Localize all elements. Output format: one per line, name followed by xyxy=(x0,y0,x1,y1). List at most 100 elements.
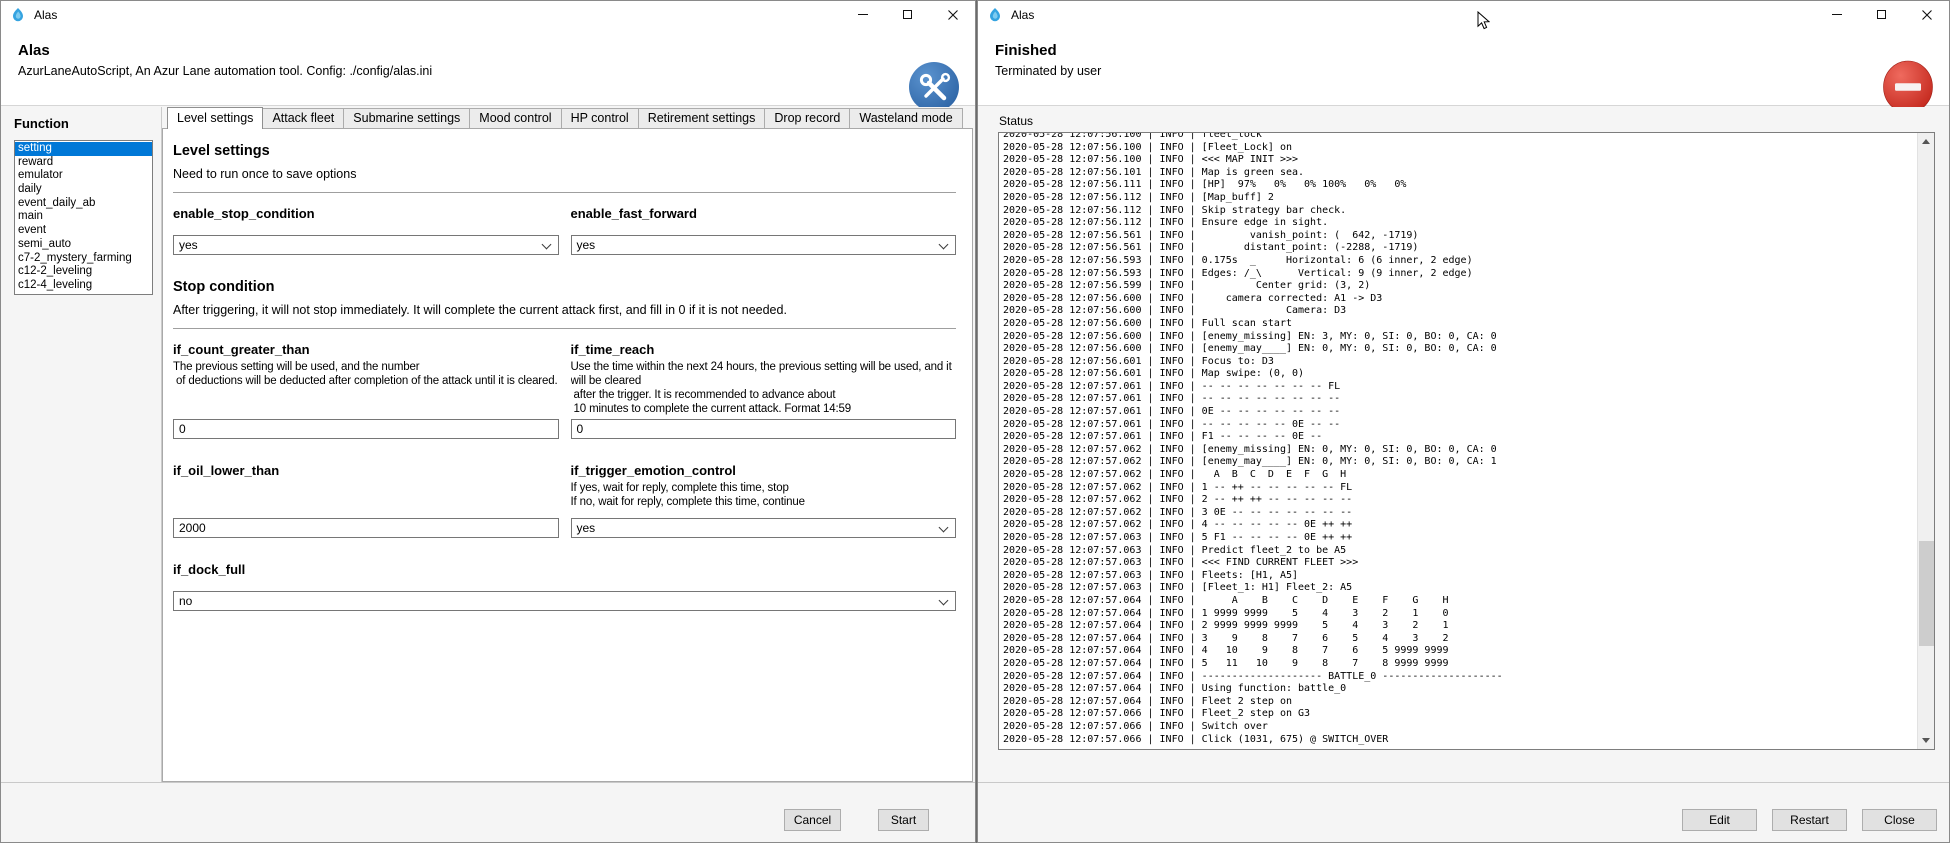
config-body: Function settingrewardemulatordailyevent… xyxy=(1,107,975,842)
alas-logo-icon xyxy=(10,7,26,23)
field-if-count-greater-than: if_count_greater_than The previous setti… xyxy=(173,342,559,439)
panel-subheading: Need to run once to save options xyxy=(173,167,956,181)
close-button[interactable] xyxy=(1904,1,1949,28)
chevron-down-icon xyxy=(541,240,551,250)
if-oil-lower-than-input[interactable] xyxy=(173,518,559,538)
if-count-greater-than-input[interactable] xyxy=(173,419,559,439)
chevron-down-icon xyxy=(939,596,949,606)
window-title: Alas xyxy=(1011,8,1034,22)
tab[interactable]: Level settings xyxy=(167,107,263,129)
maximize-icon xyxy=(903,10,912,19)
sidebar-item[interactable]: daily xyxy=(15,183,152,197)
field-description: The previous setting will be used, and t… xyxy=(173,360,559,419)
sidebar-item[interactable]: main xyxy=(15,210,152,224)
level-settings-panel: Level settings Need to run once to save … xyxy=(162,128,973,782)
alas-config-window: Alas Alas AzurLaneAutoScript, An Azur La… xyxy=(0,0,976,843)
sidebar-item[interactable]: setting xyxy=(15,142,152,156)
panel-heading: Level settings xyxy=(173,143,956,159)
edit-button[interactable]: Edit xyxy=(1682,809,1757,831)
section-description: After triggering, it will not stop immed… xyxy=(173,303,956,317)
close-button[interactable] xyxy=(930,1,975,28)
chevron-down-icon xyxy=(939,523,949,533)
run-header: Finished Terminated by user xyxy=(978,28,1949,106)
function-label: Function xyxy=(14,116,161,131)
titlebar[interactable]: Alas xyxy=(978,1,1949,28)
tab[interactable]: Submarine settings xyxy=(344,108,470,128)
window-title: Alas xyxy=(34,8,57,22)
minimize-button[interactable] xyxy=(840,1,885,28)
arrow-up-icon xyxy=(1922,139,1930,144)
scrollbar-thumb[interactable] xyxy=(1919,541,1934,646)
tab[interactable]: Attack fleet xyxy=(263,108,344,128)
if-dock-full-select[interactable]: no xyxy=(173,591,956,611)
minimize-button[interactable] xyxy=(1814,1,1859,28)
sidebar-item[interactable]: c12-2_leveling xyxy=(15,265,152,279)
field-if-time-reach: if_time_reach Use the time within the ne… xyxy=(571,342,957,439)
field-label: enable_fast_forward xyxy=(571,206,957,221)
tab[interactable]: HP control xyxy=(562,108,639,128)
close-run-button[interactable]: Close xyxy=(1862,809,1937,831)
app-subtitle: AzurLaneAutoScript, An Azur Lane automat… xyxy=(18,64,975,78)
sidebar-item[interactable]: event xyxy=(15,224,152,238)
if-trigger-emotion-control-select[interactable]: yes xyxy=(571,518,957,538)
field-if-trigger-emotion-control: if_trigger_emotion_control If yes, wait … xyxy=(571,463,957,538)
sidebar-item[interactable]: emulator xyxy=(15,169,152,183)
field-enable-fast-forward: enable_fast_forward yes xyxy=(571,206,957,255)
enable-stop-condition-select[interactable]: yes xyxy=(173,235,559,255)
restart-button[interactable]: Restart xyxy=(1772,809,1847,831)
log-scrollbar[interactable] xyxy=(1917,133,1934,749)
function-listbox[interactable]: settingrewardemulatordailyevent_daily_ab… xyxy=(14,140,153,295)
field-label: if_time_reach xyxy=(571,342,957,357)
if-time-reach-input[interactable] xyxy=(571,419,957,439)
field-label: enable_stop_condition xyxy=(173,206,559,221)
function-sidebar: Function settingrewardemulatordailyevent… xyxy=(1,107,162,782)
selected-value: yes xyxy=(577,238,596,252)
field-label: if_count_greater_than xyxy=(173,342,559,357)
tab[interactable]: Retirement settings xyxy=(639,108,766,128)
alas-run-window: Alas Finished Terminated by user xyxy=(977,0,1950,843)
alas-logo-icon xyxy=(987,7,1003,23)
app-header: Alas AzurLaneAutoScript, An Azur Lane au… xyxy=(1,28,975,106)
section-heading: Stop condition xyxy=(173,279,956,295)
run-status-title: Finished xyxy=(995,42,1949,59)
divider xyxy=(173,192,956,193)
maximize-button[interactable] xyxy=(885,1,930,28)
cancel-button[interactable]: Cancel xyxy=(784,809,841,831)
tab[interactable]: Wasteland mode xyxy=(850,108,962,128)
titlebar[interactable]: Alas xyxy=(1,1,975,28)
log-box[interactable]: 2020-05-28 12:07:56.100 | INFO | fleet_l… xyxy=(998,132,1935,750)
selected-value: yes xyxy=(577,521,596,535)
log-output: 2020-05-28 12:07:56.100 | INFO | fleet_l… xyxy=(999,132,1934,746)
maximize-icon xyxy=(1877,10,1886,19)
field-description: Use the time within the next 24 hours, t… xyxy=(571,360,957,419)
scroll-down-button[interactable] xyxy=(1918,732,1934,749)
sidebar-item[interactable]: c12-4_leveling xyxy=(15,279,152,293)
arrow-down-icon xyxy=(1922,738,1930,743)
left-footer: Cancel Start xyxy=(1,782,975,842)
enable-fast-forward-select[interactable]: yes xyxy=(571,235,957,255)
sidebar-item[interactable]: event_daily_ab xyxy=(15,197,152,211)
field-label: if_trigger_emotion_control xyxy=(571,463,957,478)
close-icon xyxy=(1922,10,1932,20)
field-label: if_dock_full xyxy=(173,562,956,577)
selected-value: no xyxy=(179,594,192,608)
field-if-dock-full: if_dock_full no xyxy=(173,562,956,611)
mouse-cursor xyxy=(1477,11,1490,30)
right-footer: Edit Restart Close xyxy=(978,782,1949,842)
sidebar-item[interactable]: reward xyxy=(15,156,152,170)
run-body: Status 2020-05-28 12:07:56.100 | INFO | … xyxy=(978,107,1949,842)
status-label: Status xyxy=(999,114,1033,128)
tab[interactable]: Mood control xyxy=(470,108,561,128)
minimize-icon xyxy=(1832,14,1842,15)
field-if-oil-lower-than: if_oil_lower_than xyxy=(173,463,559,538)
settings-notebook: Level settingsAttack fleetSubmarine sett… xyxy=(162,107,973,782)
sidebar-item[interactable]: c7-2_mystery_farming xyxy=(15,252,152,266)
close-icon xyxy=(948,10,958,20)
tab[interactable]: Drop record xyxy=(765,108,850,128)
sidebar-item[interactable]: semi_auto xyxy=(15,238,152,252)
run-status-subtitle: Terminated by user xyxy=(995,64,1949,78)
start-button[interactable]: Start xyxy=(878,809,929,831)
divider xyxy=(173,328,956,329)
scroll-up-button[interactable] xyxy=(1918,133,1934,150)
maximize-button[interactable] xyxy=(1859,1,1904,28)
